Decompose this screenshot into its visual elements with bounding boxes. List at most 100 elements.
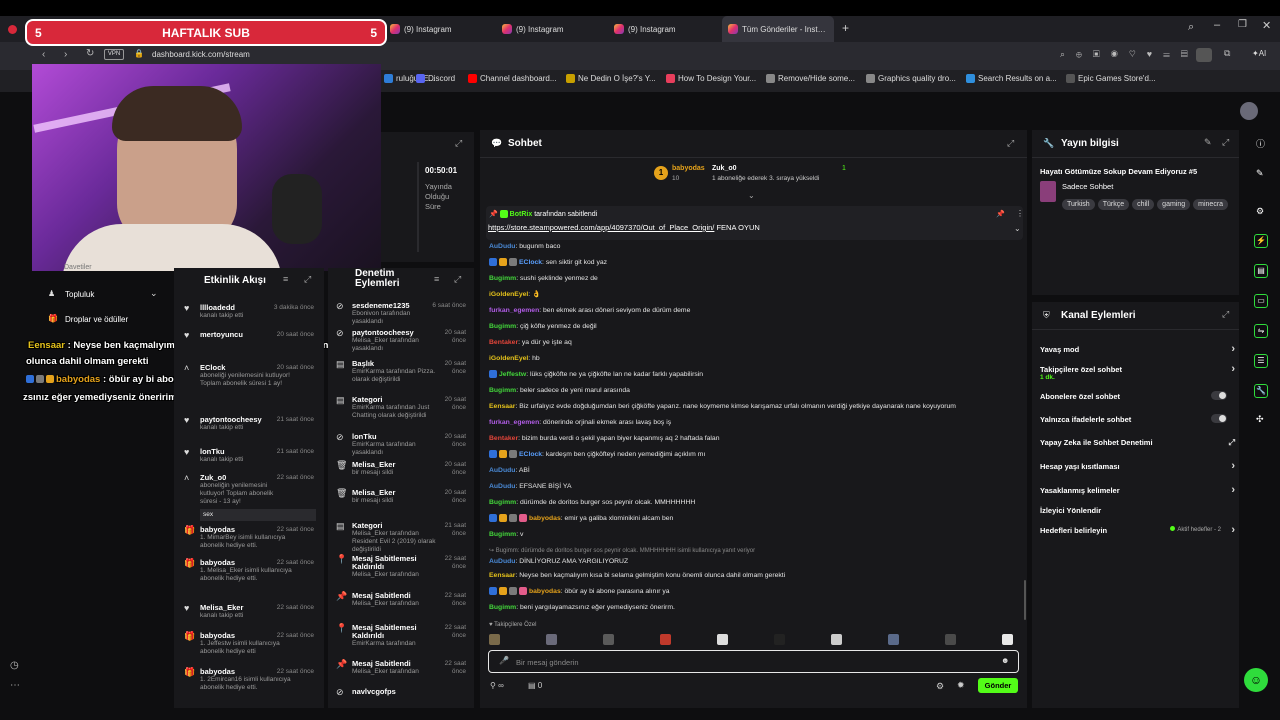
chat-message[interactable]: babyodas: emir ya galiba xlominikini alc…	[489, 514, 1019, 523]
chat-message[interactable]: Bugimm: çiğ köfte yenmez de değil	[489, 322, 1019, 331]
close-window-icon[interactable]: ✕	[1262, 19, 1271, 32]
activity-item[interactable]: ♥ Melisa_Eker kanalı takip etti 22 saat önc…	[184, 604, 318, 620]
channel-action-row[interactable]: Yapay Zeka ile Sohbet Denetimi ⤢	[1040, 438, 1235, 452]
activity-item[interactable]: ♥ lonTku kanalı takip etti 21 saat önce	[184, 448, 318, 464]
mod-action-item[interactable]: ▤ Kategori EmirKarma tarafından Just Chatt…	[336, 396, 470, 420]
chat-message[interactable]: Jeffestw: lüks çiğköfte ne ya çiğköfte l…	[489, 370, 1019, 379]
bookmark-item[interactable]: Graphics quality dro...	[866, 74, 956, 83]
channel-action-row[interactable]: Yavaş mod ›	[1040, 343, 1235, 359]
chat-username[interactable]: Bentaker	[489, 339, 518, 346]
channel-action-row[interactable]: Takipçilere özel sohbet 1 dk. ›	[1040, 363, 1235, 381]
chat-message[interactable]: AuDudu: ABİ	[489, 466, 1019, 475]
channel-action-row[interactable]: Hedefleri belirleyin Aktif hedefler - 2 ›	[1040, 524, 1235, 540]
chat-message[interactable]: Bugimm: sushi şeklinde yenmez de	[489, 274, 1019, 283]
chat-message[interactable]: furkan_egemen: dönerinde orjinali ekmek …	[489, 418, 1019, 427]
emote-icon[interactable]	[489, 634, 500, 645]
chat-username[interactable]: Eensaar	[489, 403, 515, 410]
profile-avatar[interactable]	[1196, 48, 1212, 62]
chat-message[interactable]: iGoldenEyel: 👌	[489, 290, 1019, 299]
bookmark-item[interactable]: Remove/Hide some...	[766, 74, 855, 83]
chat-message[interactable]: Eensaar: Biz urfalıyız evde doğduğumdan …	[489, 402, 1019, 411]
chat-message[interactable]: babyodas: öbür ay bi abone parasına alın…	[489, 587, 1019, 596]
popout-icon[interactable]: ⤢	[1222, 309, 1229, 320]
mod-action-item[interactable]: ⊘ navlvcgofps	[336, 688, 470, 697]
emote-icon[interactable]	[774, 634, 785, 645]
chat-username[interactable]: furkan_egemen	[489, 419, 539, 426]
mod-action-item[interactable]: 📍 Mesaj Sabitlemesi Kaldırıldı Melisa_Eker…	[336, 555, 470, 579]
chat-username[interactable]: AuDudu	[489, 558, 515, 565]
activity-item[interactable]: 🎁 babyodas 1. MimarBey isimli kullanıcıya …	[184, 526, 318, 550]
reload-icon[interactable]: ↻	[86, 48, 94, 59]
chat-username[interactable]: Bugimm	[489, 499, 516, 506]
info-icon[interactable]: ⓘ	[1256, 137, 1265, 150]
chat-username[interactable]: Bugimm	[489, 323, 516, 330]
popout-icon[interactable]: ⤢	[1222, 137, 1229, 148]
browser-tab[interactable]: (9) Instagram	[496, 16, 606, 42]
expand-icon[interactable]: ⤢	[304, 274, 311, 285]
emote-icon[interactable]	[660, 634, 671, 645]
emote-icon[interactable]	[888, 634, 899, 645]
chat-username[interactable]: EClock	[519, 451, 542, 458]
bookmark-item[interactable]: Channel dashboard...	[468, 74, 557, 83]
second-gifter-name[interactable]: Zuk_o0	[712, 165, 737, 172]
emote-icon[interactable]	[717, 634, 728, 645]
bookmark-item[interactable]: Search Results on a...	[966, 74, 1057, 83]
filter-icon[interactable]: ≡	[434, 274, 439, 284]
browser-tab[interactable]: (9) Instagram	[384, 16, 494, 42]
chat-username[interactable]: Bugimm	[489, 387, 516, 394]
activity-item[interactable]: 🎁 babyodas 1. Jeffestw isimli kullanıcıya …	[184, 632, 318, 656]
emote-icon[interactable]	[1002, 634, 1013, 645]
mod-action-item[interactable]: 📌 Mesaj Sabitlendi Melisa_Eker tarafından 2…	[336, 592, 470, 608]
chat-username[interactable]: AuDudu	[489, 483, 515, 490]
mod-action-item[interactable]: ⊘ paytontoocheesy Melisa_Eker tarafından y…	[336, 329, 470, 353]
browser-tab-active[interactable]: Tüm Gönderiler - Instagra	[722, 16, 834, 42]
activity-item[interactable]: ♥ paytontoocheesy kanalı takip etti 21 saat…	[184, 416, 318, 432]
infinity-icon[interactable]: ⚲ ∞	[490, 681, 504, 690]
chat-message[interactable]: AuDudu: DİNLİYORUZ AMA YARGILIYORUZ	[489, 557, 1019, 566]
rail-wrench-icon[interactable]: 🔧	[1254, 384, 1268, 398]
more-icon[interactable]: ⋮	[1016, 209, 1024, 218]
back-icon[interactable]: ‹	[42, 49, 45, 60]
expand-icon[interactable]: ⤢	[454, 274, 461, 285]
chat-message[interactable]: AuDudu: EFSANE BİŞİ YA	[489, 482, 1019, 491]
activity-item[interactable]: 🎁 babyodas 1. 2Emircan16 isimli kullanıcıy…	[184, 668, 318, 692]
chat-username[interactable]: Bentaker	[489, 435, 518, 442]
browser-tab[interactable]: (9) Instagram	[608, 16, 718, 42]
mod-action-item[interactable]: 📌 Mesaj Sabitlendi Melisa_Eker tarafından 2…	[336, 660, 470, 676]
channel-action-row[interactable]: İzleyici Yönlendir	[1040, 506, 1235, 520]
rail-link-icon[interactable]: ⇋	[1254, 324, 1268, 338]
settings-gear-icon[interactable]: ⚙	[1256, 206, 1264, 217]
bookmark-item[interactable]: Discord	[416, 74, 455, 83]
emote-icon[interactable]	[945, 634, 956, 645]
activity-item[interactable]: ♥ lllloadedd kanalı takip etti 3 dakika önc…	[184, 304, 318, 320]
nav-item-community[interactable]: ♟ Topluluk ⌄	[34, 286, 164, 302]
points-display[interactable]: ▤ 0	[528, 681, 542, 690]
more-icon[interactable]: ⋯	[10, 680, 20, 691]
clock-icon[interactable]: ◷	[10, 660, 19, 671]
chat-username[interactable]: Bugimm	[489, 275, 516, 282]
rail-page-icon[interactable]: ▤	[1254, 264, 1268, 278]
nav-item-drops[interactable]: 🎁 Droplar ve ödüller	[34, 311, 164, 327]
chat-input[interactable]: 🎤 Bir mesaj gönderin ☻	[488, 650, 1019, 673]
chat-scrollbar[interactable]	[1024, 580, 1026, 620]
help-chat-button[interactable]: ☺	[1244, 668, 1268, 692]
emote-icon[interactable]	[546, 634, 557, 645]
edit-icon[interactable]: ✎	[1256, 168, 1264, 179]
chat-username[interactable]: AuDudu	[489, 243, 515, 250]
top-gifter-name[interactable]: babyodas	[672, 165, 705, 172]
expand-icon[interactable]: ⤢	[455, 138, 462, 149]
popout-icon[interactable]: ⤢	[1007, 138, 1014, 149]
search-tabs-icon[interactable]: ⌕	[1188, 21, 1194, 34]
chat-username[interactable]: babyodas	[529, 588, 561, 595]
emoji-icon[interactable]: ☻	[1001, 656, 1009, 665]
mod-action-item[interactable]: ▤ Kategori Melisa_Eker tarafından Resident…	[336, 522, 470, 554]
new-tab-icon[interactable]: +	[842, 22, 849, 34]
filter-icon[interactable]: ≡	[283, 274, 288, 284]
mod-action-item[interactable]: 🗑 Melisa_Eker bir mesajı sildi 20 saat önce	[336, 489, 470, 505]
activity-item[interactable]: 🎁 babyodas 1. Melisa_Eker isimli kullanıcı…	[184, 559, 318, 583]
chat-username[interactable]: Bugimm	[489, 531, 516, 538]
url-field[interactable]: dashboard.kick.com/stream	[152, 50, 250, 59]
chat-message[interactable]: Bugimm: beler sadece de yeni marul arası…	[489, 386, 1019, 395]
mod-action-item[interactable]: ▤ Başlık EmirKarma tarafından Pizza. olara…	[336, 360, 470, 384]
emote-icon[interactable]	[603, 634, 614, 645]
